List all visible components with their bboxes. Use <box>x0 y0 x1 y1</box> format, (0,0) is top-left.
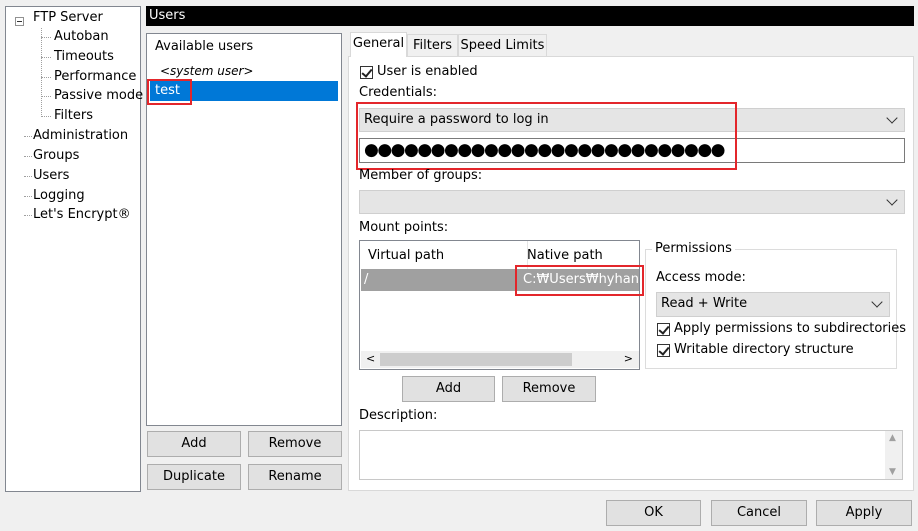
user-enabled-label: User is enabled <box>377 64 478 79</box>
users-list-header: Available users <box>155 39 254 54</box>
access-mode-value: Read + Write <box>661 296 748 311</box>
description-textarea[interactable]: ▲ ▼ <box>359 430 903 480</box>
tab-speed-limits[interactable]: Speed Limits <box>458 34 547 56</box>
access-mode-select[interactable]: Read + Write <box>656 292 890 317</box>
settings-tree[interactable]: FTP Server Autoban Timeouts Performance … <box>5 6 143 492</box>
add-mount-button[interactable]: Add <box>402 376 495 402</box>
scroll-right-icon[interactable]: > <box>624 352 633 365</box>
tree-item-passive-mode[interactable]: Passive mode <box>54 87 143 105</box>
credentials-label: Credentials: <box>359 85 438 100</box>
cancel-button[interactable]: Cancel <box>711 500 807 526</box>
page-title: Users <box>146 6 914 26</box>
member-of-groups-label: Member of groups: <box>359 168 483 183</box>
tree-item-timeouts[interactable]: Timeouts <box>54 48 114 66</box>
apply-subdirs-checkbox[interactable] <box>657 323 670 336</box>
scroll-up-icon[interactable]: ▲ <box>889 433 896 443</box>
mount-points-label: Mount points: <box>359 220 449 235</box>
remove-user-button[interactable]: Remove <box>248 431 342 457</box>
access-mode-label: Access mode: <box>656 270 746 285</box>
rename-user-button[interactable]: Rename <box>248 464 342 490</box>
apply-button[interactable]: Apply <box>816 500 912 526</box>
ok-button[interactable]: OK <box>606 500 701 526</box>
tree-item-logging[interactable]: Logging <box>33 187 85 205</box>
writable-dirs-checkbox[interactable] <box>657 344 670 357</box>
tree-item-filters[interactable]: Filters <box>54 107 93 125</box>
cell-virtual-path: / <box>364 272 369 287</box>
scroll-down-icon[interactable]: ▼ <box>889 467 896 477</box>
tree-item-lets-encrypt[interactable]: Let's Encrypt® <box>33 206 131 224</box>
add-user-button[interactable]: Add <box>147 431 241 457</box>
mount-points-table[interactable]: Virtual path Native path / C:₩Users₩hyha… <box>359 240 640 370</box>
duplicate-user-button[interactable]: Duplicate <box>147 464 241 490</box>
chevron-down-icon <box>886 112 898 124</box>
scroll-left-icon[interactable]: < <box>366 352 375 365</box>
apply-subdirs-label: Apply permissions to subdirectories <box>674 321 907 336</box>
tab-general[interactable]: General <box>350 32 407 57</box>
column-header-virtual-path[interactable]: Virtual path <box>360 241 528 269</box>
chevron-down-icon <box>871 296 883 308</box>
tree-item-performance[interactable]: Performance <box>54 68 136 86</box>
tab-filters[interactable]: Filters <box>407 34 458 56</box>
horizontal-scrollbar[interactable]: < > <box>361 351 639 368</box>
writable-dirs-label: Writable directory structure <box>674 342 854 357</box>
chevron-down-icon <box>886 194 898 206</box>
tree-item-autoban[interactable]: Autoban <box>54 28 109 46</box>
remove-mount-button[interactable]: Remove <box>502 376 596 402</box>
tree-item-ftp-server[interactable]: FTP Server <box>33 9 103 27</box>
vertical-scrollbar[interactable]: ▲ ▼ <box>885 431 902 479</box>
highlight-box-native-path <box>515 265 644 296</box>
highlight-box-credentials <box>356 102 737 170</box>
description-label: Description: <box>359 408 438 423</box>
groups-select[interactable] <box>359 190 905 214</box>
list-item-system-user[interactable]: <system user> <box>150 61 338 81</box>
tree-item-groups[interactable]: Groups <box>33 147 79 165</box>
tree-item-administration[interactable]: Administration <box>33 127 128 145</box>
tree-item-users[interactable]: Users <box>33 167 69 185</box>
highlight-box-user <box>147 79 192 105</box>
collapse-toggle-icon[interactable] <box>15 17 24 26</box>
permissions-title: Permissions <box>652 241 735 256</box>
scrollbar-thumb[interactable] <box>380 353 572 366</box>
user-enabled-checkbox[interactable] <box>360 66 373 79</box>
